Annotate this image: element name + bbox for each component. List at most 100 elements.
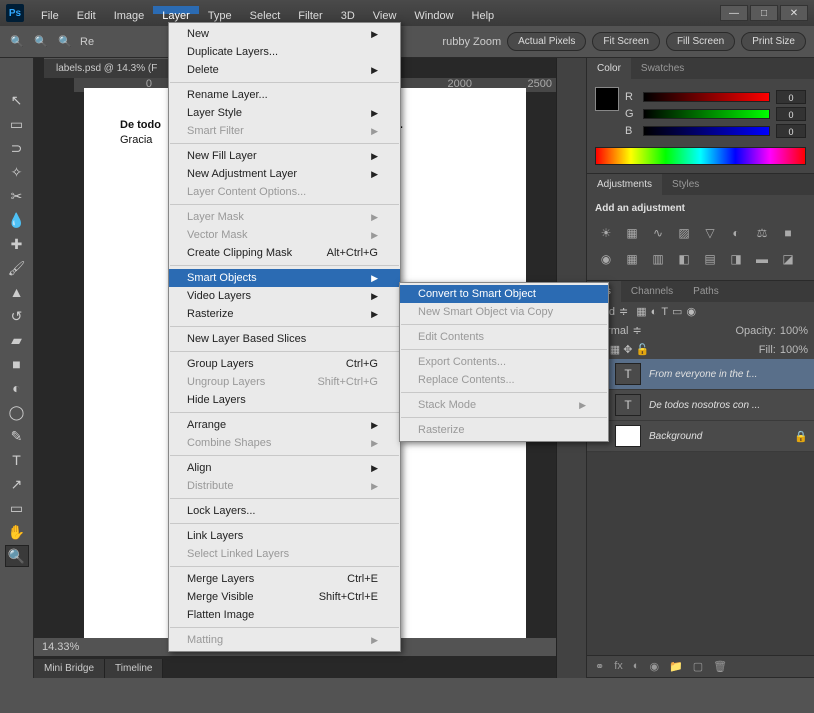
link-icon[interactable]: ⚭ — [595, 660, 604, 673]
menu-edit[interactable]: Edit — [68, 6, 105, 14]
blur-tool[interactable]: ◐ — [5, 377, 29, 399]
minimize-button[interactable]: — — [720, 5, 748, 21]
adjustments-tab[interactable]: Adjustments — [587, 174, 662, 195]
heal-tool[interactable]: ✚ — [5, 233, 29, 255]
channels-tab[interactable]: Channels — [621, 281, 683, 302]
close-button[interactable]: ✕ — [780, 5, 808, 21]
layer-row[interactable]: 👁TDe todos nosotros con ... — [587, 390, 814, 421]
trash-icon[interactable]: 🗑 — [713, 660, 727, 673]
vibrance-icon[interactable]: ▽ — [701, 224, 719, 242]
menu-item-delete[interactable]: Delete▶ — [169, 61, 400, 79]
eyedropper-tool[interactable]: 💧 — [5, 209, 29, 231]
menu-image[interactable]: Image — [105, 6, 154, 14]
menu-item-duplicate-layers-[interactable]: Duplicate Layers... — [169, 43, 400, 61]
menu-item-merge-visible[interactable]: Merge VisibleShift+Ctrl+E — [169, 588, 400, 606]
wand-tool[interactable]: ✧ — [5, 161, 29, 183]
foreground-swatch[interactable] — [595, 87, 619, 111]
mini-bridge-tab[interactable]: Mini Bridge — [34, 659, 105, 678]
bw-icon[interactable]: ■ — [779, 224, 797, 242]
menu-item-merge-layers[interactable]: Merge LayersCtrl+E — [169, 570, 400, 588]
swatches-tab[interactable]: Swatches — [631, 58, 694, 79]
menu-type[interactable]: Type — [199, 6, 241, 14]
exposure-icon[interactable]: ▨ — [675, 224, 693, 242]
history-brush-tool[interactable]: ↺ — [5, 305, 29, 327]
menu-select[interactable]: Select — [241, 6, 290, 14]
menu-3d[interactable]: 3D — [332, 6, 364, 14]
menu-item-new-fill-layer[interactable]: New Fill Layer▶ — [169, 147, 400, 165]
type-tool[interactable]: T — [5, 449, 29, 471]
zoom-level[interactable]: 14.33% — [42, 641, 79, 653]
menu-item-new-layer-based-slices[interactable]: New Layer Based Slices — [169, 330, 400, 348]
menu-item-rasterize[interactable]: Rasterize▶ — [169, 305, 400, 323]
menu-item-group-layers[interactable]: Group LayersCtrl+G — [169, 355, 400, 373]
menu-item-new[interactable]: New▶ — [169, 25, 400, 43]
selective-icon[interactable]: ◪ — [779, 250, 797, 268]
opacity-value[interactable]: 100% — [780, 325, 808, 337]
menu-item-create-clipping-mask[interactable]: Create Clipping MaskAlt+Ctrl+G — [169, 244, 400, 262]
actual-pixels-button[interactable]: Actual Pixels — [507, 32, 586, 51]
color-spectrum[interactable] — [595, 147, 806, 165]
maximize-button[interactable]: □ — [750, 5, 778, 21]
g-slider[interactable] — [643, 109, 770, 119]
marquee-tool[interactable]: ▭ — [5, 113, 29, 135]
menu-item-align[interactable]: Align▶ — [169, 459, 400, 477]
menu-item-flatten-image[interactable]: Flatten Image — [169, 606, 400, 624]
styles-tab[interactable]: Styles — [662, 174, 709, 195]
zoom-tool[interactable]: 🔍 — [5, 545, 29, 567]
menu-help[interactable]: Help — [463, 6, 504, 14]
timeline-tab[interactable]: Timeline — [105, 659, 163, 678]
shape-tool[interactable]: ▭ — [5, 497, 29, 519]
invert-icon[interactable]: ◧ — [675, 250, 693, 268]
menu-item-lock-layers-[interactable]: Lock Layers... — [169, 502, 400, 520]
menu-filter[interactable]: Filter — [289, 6, 331, 14]
adj-layer-icon[interactable]: ◉ — [649, 660, 659, 673]
brush-tool[interactable]: 🖌 — [5, 257, 29, 279]
menu-item-link-layers[interactable]: Link Layers — [169, 527, 400, 545]
zoom-out-icon[interactable]: 🔍 — [56, 33, 74, 51]
g-value[interactable]: 0 — [776, 107, 806, 121]
menu-item-layer-style[interactable]: Layer Style▶ — [169, 104, 400, 122]
hand-tool[interactable]: ✋ — [5, 521, 29, 543]
balance-icon[interactable]: ⚖ — [753, 224, 771, 242]
eraser-tool[interactable]: ▰ — [5, 329, 29, 351]
menu-view[interactable]: View — [364, 6, 406, 14]
mask-icon[interactable]: ◐ — [633, 660, 640, 673]
move-tool[interactable]: ↖ — [5, 89, 29, 111]
path-tool[interactable]: ↗ — [5, 473, 29, 495]
layer-row[interactable]: 👁Background🔒 — [587, 421, 814, 452]
curves-icon[interactable]: ∿ — [649, 224, 667, 242]
print-size-button[interactable]: Print Size — [741, 32, 806, 51]
document-tab[interactable]: labels.psd @ 14.3% (F — [44, 58, 169, 78]
mixer-icon[interactable]: ▦ — [623, 250, 641, 268]
folder-icon[interactable]: 📁 — [669, 660, 683, 673]
r-slider[interactable] — [643, 92, 770, 102]
gradient-tool[interactable]: ■ — [5, 353, 29, 375]
menu-item-smart-objects[interactable]: Smart Objects▶ — [169, 269, 400, 287]
menu-layer[interactable]: Layer — [153, 6, 199, 14]
hue-icon[interactable]: ◐ — [727, 224, 745, 242]
pen-tool[interactable]: ✎ — [5, 425, 29, 447]
levels-icon[interactable]: ▦ — [623, 224, 641, 242]
menu-item-convert-to-smart-object[interactable]: Convert to Smart Object — [400, 285, 608, 303]
layer-row[interactable]: 👁TFrom everyone in the t... — [587, 359, 814, 390]
photo-filter-icon[interactable]: ◉ — [597, 250, 615, 268]
fit-screen-button[interactable]: Fit Screen — [592, 32, 660, 51]
zoom-in-icon[interactable]: 🔍 — [32, 33, 50, 51]
fill-value[interactable]: 100% — [780, 344, 808, 356]
dodge-tool[interactable]: ◯ — [5, 401, 29, 423]
fx-icon[interactable]: fx — [614, 660, 623, 673]
crop-tool[interactable]: ✂ — [5, 185, 29, 207]
menu-item-hide-layers[interactable]: Hide Layers — [169, 391, 400, 409]
menu-file[interactable]: File — [32, 6, 68, 14]
b-value[interactable]: 0 — [776, 124, 806, 138]
stamp-tool[interactable]: ▲ — [5, 281, 29, 303]
lookup-icon[interactable]: ▥ — [649, 250, 667, 268]
menu-window[interactable]: Window — [405, 6, 462, 14]
gradient-map-icon[interactable]: ▬ — [753, 250, 771, 268]
menu-item-new-adjustment-layer[interactable]: New Adjustment Layer▶ — [169, 165, 400, 183]
menu-item-video-layers[interactable]: Video Layers▶ — [169, 287, 400, 305]
menu-item-arrange[interactable]: Arrange▶ — [169, 416, 400, 434]
brightness-icon[interactable]: ☀ — [597, 224, 615, 242]
color-tab[interactable]: Color — [587, 58, 631, 79]
threshold-icon[interactable]: ◨ — [727, 250, 745, 268]
